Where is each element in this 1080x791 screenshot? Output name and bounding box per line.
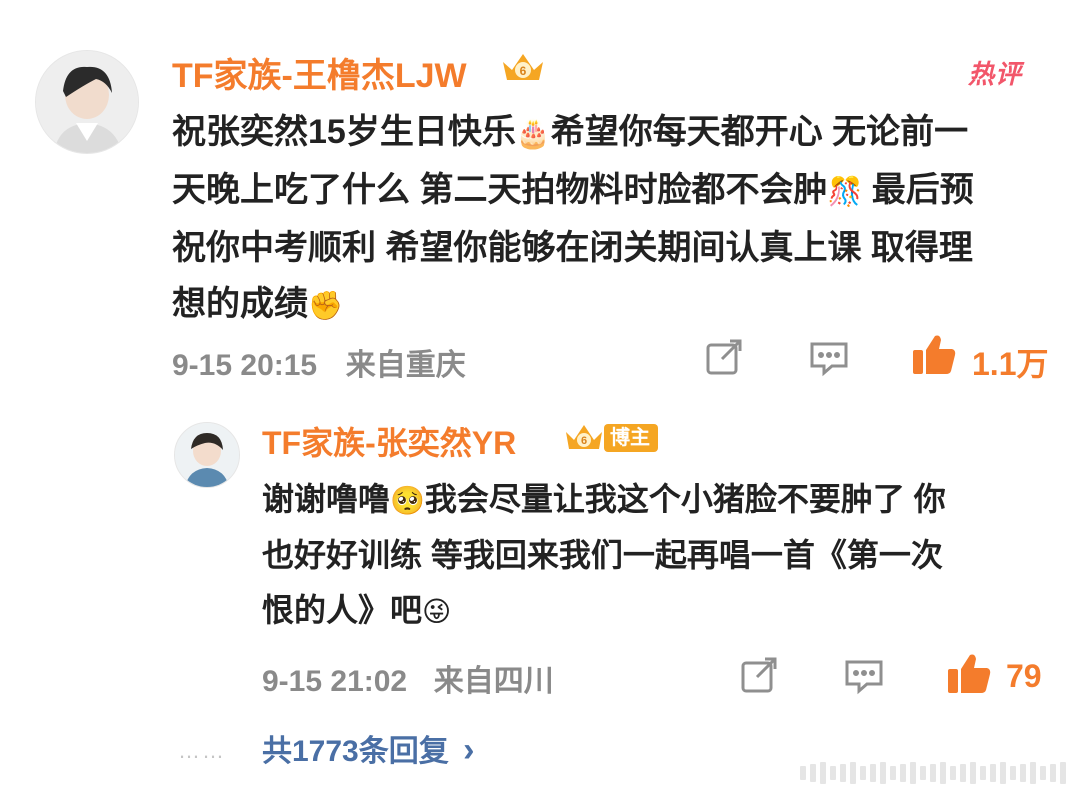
blogger-badge: 博主: [604, 424, 658, 452]
winking-tongue-face-icon: 😜: [422, 596, 452, 627]
avatar-portrait-icon: [36, 51, 138, 153]
reply-comment-icon[interactable]: [843, 656, 885, 696]
more-replies-link[interactable]: 共1773条回复 ›: [262, 726, 474, 770]
reply-like-thumb-icon[interactable]: [945, 651, 993, 697]
comment-text-line2: 天晚上吃了什么 第二天拍物料时脸都不会肿: [172, 171, 828, 209]
share-icon[interactable]: [704, 337, 744, 377]
reply-like-count: 79: [1006, 658, 1042, 694]
comment-timestamp: 9-15 20:15 来自重庆: [172, 340, 466, 384]
weibo-watermark-logo-icon: [800, 760, 1070, 786]
like-thumb-icon[interactable]: [910, 332, 958, 378]
reply-text: 谢谢噜噜🥺我会尽量让我这个小猪脸不要肿了 你 也好好训练 等我回来我们一起再唱一…: [262, 472, 1062, 639]
reply-text-line1b: 我会尽量让我这个小猪脸不要肿了 你: [424, 481, 946, 517]
svg-text:6: 6: [520, 64, 527, 78]
reply-time: 9-15 21:02: [262, 665, 408, 698]
comment-time: 9-15 20:15: [172, 349, 318, 382]
reply-text-line3: 恨的人》吧: [262, 592, 423, 628]
comment-text-line1b: 希望你每天都开心 无论前一: [550, 113, 969, 151]
reply-author-name[interactable]: TF家族-张奕然YR: [262, 418, 516, 464]
fist-icon: ✊: [308, 290, 343, 321]
comment-text-line2b: 最后预: [862, 171, 974, 209]
chevron-right-icon: ›: [463, 731, 475, 769]
comment-icon[interactable]: [808, 338, 850, 378]
reply-avatar-portrait-icon: [175, 423, 239, 487]
comment-text: 祝张奕然15岁生日快乐🎂希望你每天都开心 无论前一 天晚上吃了什么 第二天拍物料…: [172, 104, 1052, 334]
comment-text-line3: 祝你中考顺利 希望你能够在闭关期间认真上课 取得理: [172, 229, 973, 267]
like-count: 1.1万: [972, 346, 1049, 382]
more-replies-label: 共1773条回复: [262, 735, 449, 768]
reply-timestamp: 9-15 21:02 来自四川: [262, 656, 554, 700]
pleading-face-icon: 🥺: [390, 485, 425, 516]
reply-text-line1a: 谢谢噜噜: [262, 481, 391, 517]
cake-icon: 🎂: [515, 118, 551, 149]
hot-comment-badge: 热评: [968, 59, 1023, 89]
confetti-icon: 🎊: [827, 176, 863, 207]
author-avatar[interactable]: [35, 50, 139, 154]
reply-vip-crown-badge-icon: 6: [562, 420, 606, 456]
reply-text-line2: 也好好训练 等我回来我们一起再唱一首《第一次: [262, 537, 943, 573]
comment-author-name[interactable]: TF家族-王橹杰LJW: [172, 48, 467, 97]
vip-crown-badge-icon: 6: [498, 48, 548, 88]
reply-location: 来自四川: [433, 665, 554, 698]
more-replies-dots: ……: [178, 738, 226, 763]
reply-author-avatar[interactable]: [174, 422, 240, 488]
reply-share-icon[interactable]: [739, 655, 779, 695]
comment-text-line4: 想的成绩: [172, 285, 308, 323]
comment-location: 来自重庆: [345, 349, 466, 382]
comment-text-line1: 祝张奕然15岁生日快乐: [172, 113, 516, 151]
svg-text:6: 6: [581, 435, 587, 447]
